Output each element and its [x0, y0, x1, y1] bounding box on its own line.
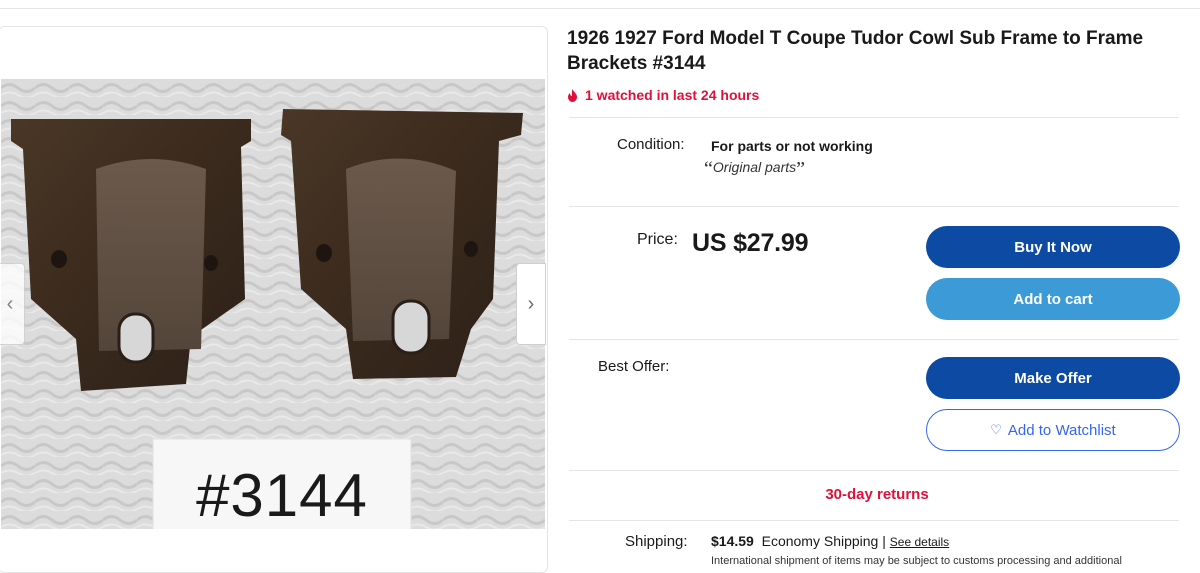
best-offer-label: Best Offer:	[598, 358, 670, 375]
shipping-price: $14.59	[711, 533, 754, 549]
divider	[569, 520, 1179, 521]
condition-note: “Original parts”	[704, 158, 805, 181]
condition-value: For parts or not working	[711, 138, 873, 154]
shipping-method: Economy Shipping	[761, 533, 879, 549]
price-value: US $27.99	[692, 229, 809, 257]
shipping-label: Shipping:	[625, 533, 688, 550]
open-quote-icon: “	[704, 158, 713, 180]
price-label: Price:	[637, 231, 678, 248]
watch-activity: 1 watched in last 24 hours	[567, 87, 759, 103]
returns-policy: 30-day returns	[825, 486, 929, 503]
previous-image-button[interactable]: ‹	[0, 263, 25, 345]
condition-note-text: Original parts	[712, 159, 797, 175]
buy-it-now-button[interactable]: Buy It Now	[926, 226, 1180, 268]
shipping-summary: $14.59 Economy Shipping | See details	[711, 533, 949, 549]
add-to-watchlist-label: Add to Watchlist	[1007, 421, 1116, 439]
shipping-separator: |	[882, 533, 886, 549]
shipping-note: International shipment of items may be s…	[711, 555, 1122, 567]
add-to-cart-button[interactable]: Add to cart	[926, 278, 1180, 320]
divider	[569, 206, 1179, 207]
top-divider	[0, 8, 1200, 9]
divider	[569, 117, 1179, 118]
add-to-watchlist-button[interactable]: ♡ Add to Watchlist	[926, 409, 1180, 451]
heart-icon: ♡	[990, 422, 1002, 437]
image-gallery: #3144 ‹ ›	[0, 26, 548, 573]
chevron-left-icon: ‹	[6, 292, 14, 315]
photo-label: #3144	[196, 462, 368, 529]
divider	[569, 339, 1179, 340]
condition-label: Condition:	[617, 136, 685, 153]
chevron-right-icon: ›	[527, 292, 535, 315]
next-image-button[interactable]: ›	[516, 263, 546, 345]
watch-text: 1 watched in last 24 hours	[585, 87, 760, 103]
close-quote-icon: ”	[796, 158, 806, 180]
flame-icon	[568, 88, 577, 102]
make-offer-button[interactable]: Make Offer	[926, 357, 1180, 399]
see-details-link[interactable]: See details	[890, 535, 949, 549]
item-title: 1926 1927 Ford Model T Coupe Tudor Cowl …	[567, 28, 1144, 74]
divider	[569, 470, 1179, 471]
